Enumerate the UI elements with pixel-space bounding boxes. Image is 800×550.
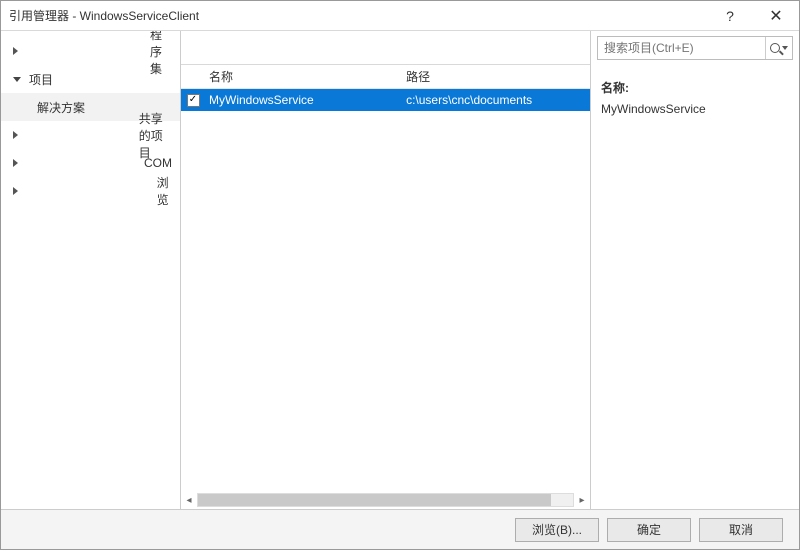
nav-label: 项目 — [29, 71, 53, 88]
scroll-left-icon[interactable]: ◂ — [181, 492, 197, 508]
ok-button[interactable]: 确定 — [607, 518, 691, 542]
nav-label: 程序集 — [150, 31, 172, 77]
info-name-value: MyWindowsService — [601, 102, 789, 116]
help-icon: ? — [726, 8, 734, 24]
scroll-track[interactable] — [197, 493, 574, 507]
scroll-thumb[interactable] — [198, 494, 551, 506]
nav-label: COM — [144, 156, 172, 170]
nav-item-browse[interactable]: 浏览 — [1, 177, 180, 205]
grid-row[interactable]: ✓ MyWindowsService c:\users\cnc\document… — [181, 89, 590, 111]
nav-item-assemblies[interactable]: 程序集 — [1, 37, 180, 65]
results-panel: 名称 路径 ✓ MyWindowsService c:\users\cnc\do… — [181, 31, 591, 509]
row-name: MyWindowsService — [205, 93, 402, 107]
chevron-right-icon — [13, 159, 136, 167]
close-icon: ✕ — [769, 6, 782, 26]
reference-manager-dialog: 引用管理器 - WindowsServiceClient ? ✕ 程序集 项目 … — [0, 0, 800, 550]
nav-label: 解决方案 — [37, 99, 85, 116]
cancel-button[interactable]: 取消 — [699, 518, 783, 542]
chevron-down-icon — [13, 77, 21, 82]
chevron-right-icon — [13, 187, 149, 195]
info-name-label: 名称: — [601, 79, 789, 96]
right-panel: 名称: MyWindowsService — [591, 31, 799, 509]
search-input[interactable] — [598, 41, 765, 55]
scroll-right-icon[interactable]: ▸ — [574, 492, 590, 508]
close-button[interactable]: ✕ — [753, 1, 799, 31]
search-icon — [770, 43, 780, 53]
chevron-right-icon — [13, 131, 131, 139]
row-path: c:\users\cnc\documents — [402, 93, 590, 107]
grid-header-path[interactable]: 路径 — [402, 68, 590, 85]
titlebar: 引用管理器 - WindowsServiceClient ? ✕ — [1, 1, 799, 31]
nav-item-shared-projects[interactable]: 共享的项目 — [1, 121, 180, 149]
grid-header: 名称 路径 — [181, 65, 590, 89]
horizontal-scrollbar[interactable]: ◂ ▸ — [181, 491, 590, 509]
chevron-right-icon — [13, 47, 142, 55]
row-checkbox[interactable]: ✓ — [187, 94, 200, 107]
search-button[interactable] — [766, 37, 792, 59]
results-toolbar-gap — [181, 31, 590, 65]
nav-label: 共享的项目 — [139, 110, 172, 161]
dialog-footer: 浏览(B)... 确定 取消 — [1, 509, 799, 549]
category-tree: 程序集 项目 解决方案 共享的项目 COM 浏览 — [1, 31, 181, 509]
window-title: 引用管理器 - WindowsServiceClient — [9, 7, 707, 24]
browse-button[interactable]: 浏览(B)... — [515, 518, 599, 542]
nav-label: 浏览 — [157, 174, 172, 208]
grid-header-name[interactable]: 名称 — [205, 68, 402, 85]
info-panel: 名称: MyWindowsService — [591, 65, 799, 130]
dialog-body: 程序集 项目 解决方案 共享的项目 COM 浏览 — [1, 31, 799, 509]
help-button[interactable]: ? — [707, 1, 753, 31]
chevron-down-icon — [782, 46, 788, 50]
search-area — [591, 31, 799, 65]
search-box — [597, 36, 793, 60]
grid-body: ✓ MyWindowsService c:\users\cnc\document… — [181, 89, 590, 491]
